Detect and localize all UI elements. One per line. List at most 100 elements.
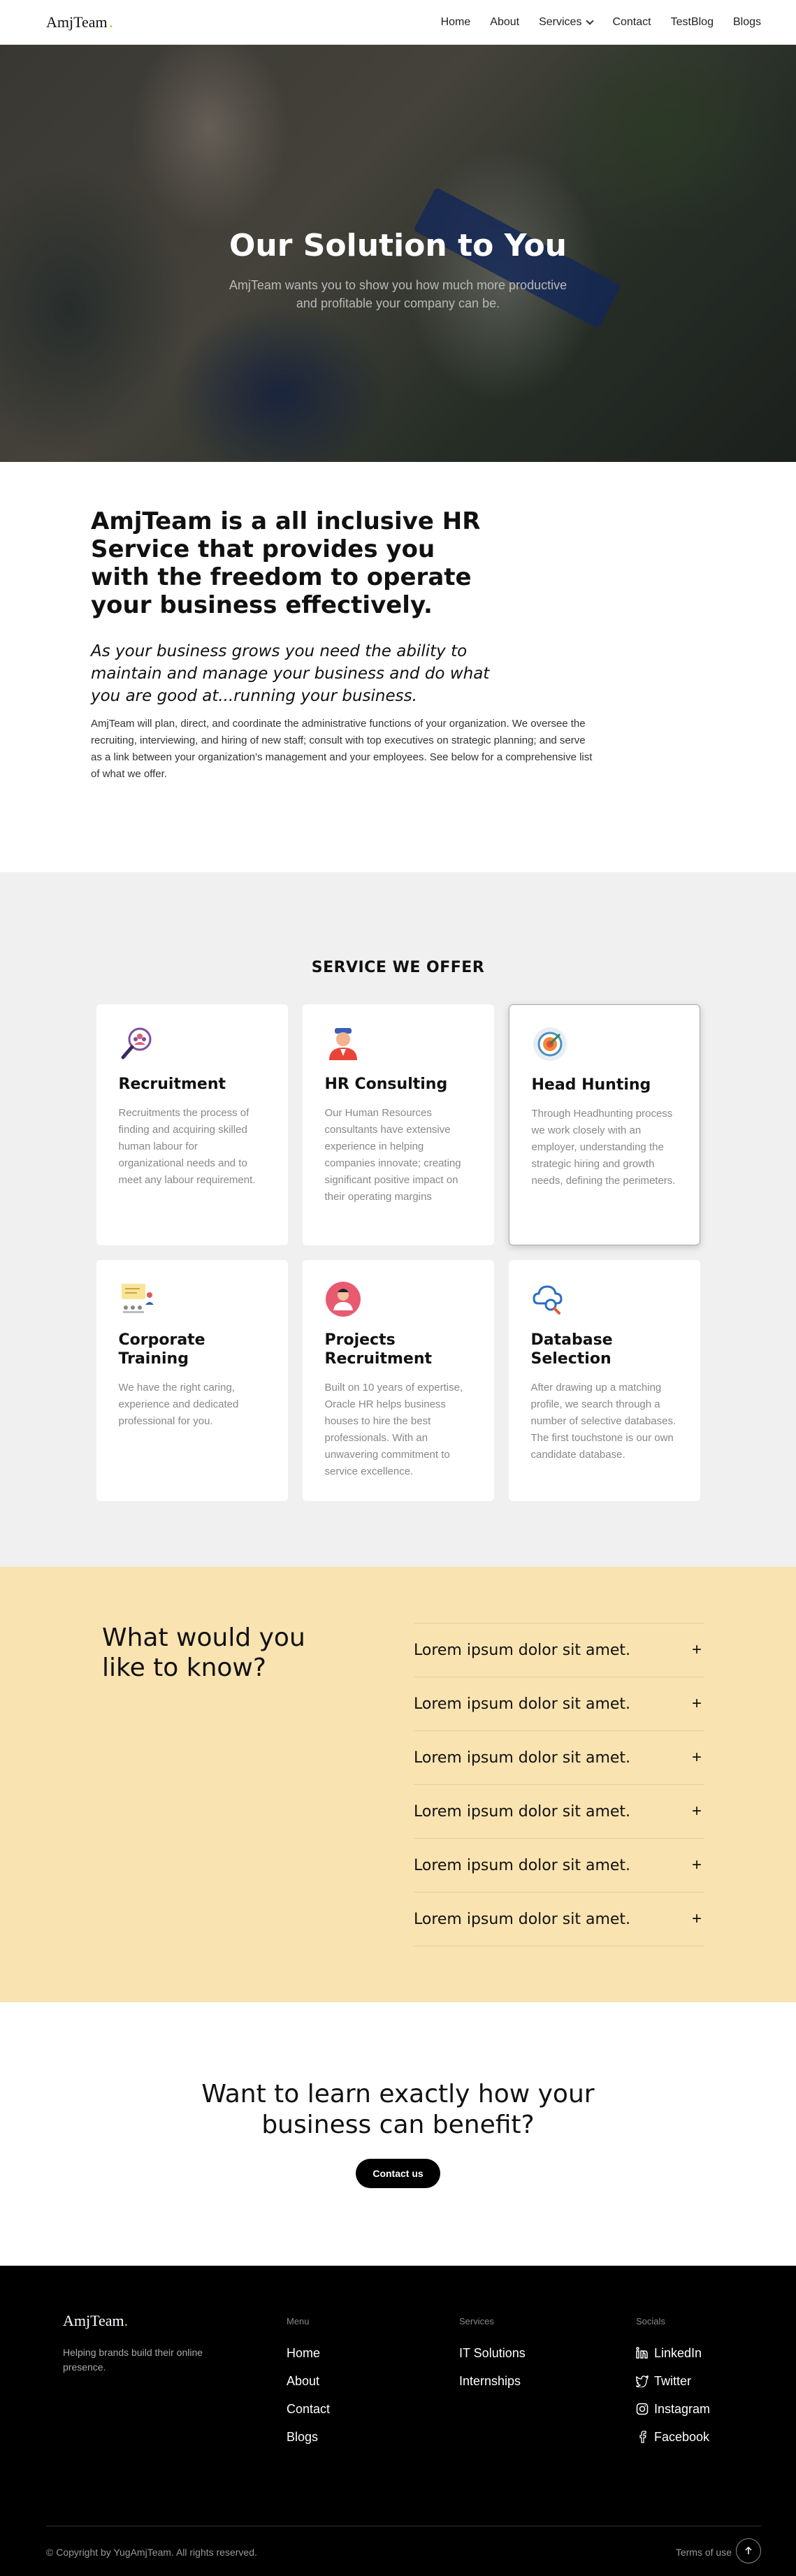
service-desc: Recruitments the process of finding and … (118, 1107, 256, 1186)
footer-menu-caption: Menu (287, 2316, 310, 2327)
hero-subtitle: AmjTeam wants you to show you how much m… (229, 278, 567, 310)
footer-socials-caption: Socials (636, 2316, 665, 2327)
faq-section: What would you like to know? Lorem ipsum… (0, 1567, 796, 2002)
service-desc: Through Headhunting process we work clos… (531, 1108, 676, 1187)
copyright-text: Copyright by YugAmjTeam. All rights rese… (56, 2547, 257, 2558)
faq-item[interactable]: Lorem ipsum dolor sit amet. + (414, 1731, 704, 1785)
footer-link-twitter[interactable]: Twitter (636, 2367, 710, 2395)
training-board-icon (121, 1284, 154, 1313)
social-label: Instagram (654, 2401, 711, 2416)
faq-item[interactable]: Lorem ipsum dolor sit amet. + (414, 1785, 704, 1839)
site-footer: AmjTeam. Helping brands build their onli… (0, 2266, 796, 2576)
logo[interactable]: AmjTeam. (46, 13, 113, 31)
footer-tagline: Helping brands build their online presen… (63, 2347, 203, 2373)
terms-of-use-link[interactable]: Terms of use (676, 2547, 732, 2558)
service-desc: Our Human Resources consultants have ext… (324, 1107, 461, 1203)
faq-question: Lorem ipsum dolor sit amet. (414, 1802, 631, 1821)
footer-link-about[interactable]: About (287, 2367, 330, 2395)
hero-content: Our Solution to You AmjTeam wants you to… (0, 228, 796, 312)
plus-icon[interactable]: + (692, 1748, 702, 1767)
plus-icon[interactable]: + (692, 1855, 702, 1875)
faq-question: Lorem ipsum dolor sit amet. (414, 1749, 631, 1767)
faq-question: Lorem ipsum dolor sit amet. (414, 1641, 631, 1659)
footer-link-instagram[interactable]: Instagram (636, 2395, 710, 2423)
service-name: Database Selection (530, 1331, 613, 1368)
service-name: HR Consulting (324, 1076, 448, 1093)
faq-item[interactable]: Lorem ipsum dolor sit amet. + (414, 1893, 704, 1946)
intro-subheading: As your business grows you need the abil… (91, 642, 490, 705)
main-nav: Home About Services Contact TestBlog Blo… (421, 16, 761, 29)
candidate-avatar-icon (325, 1282, 361, 1317)
services-title: SERVICE WE OFFER (311, 959, 485, 976)
hero-title: Our Solution to You (229, 228, 567, 263)
plus-icon[interactable]: + (692, 1694, 702, 1714)
social-label: Facebook (654, 2429, 710, 2444)
service-name: Recruitment (118, 1076, 226, 1093)
intro-body: AmjTeam will plan, direct, and coordinat… (91, 718, 593, 780)
logo-text: AmjTeam (46, 13, 108, 31)
recruitment-magnifier-icon (121, 1027, 151, 1059)
nav-home[interactable]: Home (441, 16, 471, 29)
footer-link-home[interactable]: Home (287, 2339, 330, 2367)
hero-section: Our Solution to You AmjTeam wants you to… (0, 45, 796, 462)
service-card-corporate-training[interactable]: Corporate Training We have the right car… (96, 1260, 288, 1501)
service-card-projects-recruitment[interactable]: Projects Recruitment Built on 10 years o… (302, 1260, 494, 1501)
arrow-up-icon (745, 2546, 752, 2554)
nav-about[interactable]: About (490, 16, 519, 29)
footer-logo-text: AmjTeam (63, 2312, 124, 2329)
footer-logo[interactable]: AmjTeam. (63, 2312, 210, 2330)
contact-us-button[interactable]: Contact us (356, 2159, 440, 2188)
footer-menu: Menu Home About Contact Blogs (287, 2316, 330, 2451)
faq-item[interactable]: Lorem ipsum dolor sit amet. + (414, 1623, 704, 1677)
intro-section: AmjTeam is a all inclusive HR Service th… (0, 462, 796, 872)
nav-contact[interactable]: Contact (612, 16, 651, 29)
plus-icon[interactable]: + (692, 1640, 702, 1660)
footer-link-internships[interactable]: Internships (459, 2367, 526, 2395)
twitter-icon (636, 2375, 649, 2387)
back-to-top-button[interactable] (736, 2538, 761, 2563)
copyright-icon: © (46, 2547, 57, 2558)
consultant-person-icon (328, 1028, 357, 1060)
cloud-search-icon (532, 1285, 563, 1315)
footer-services: Services IT Solutions Internships (459, 2316, 526, 2395)
footer-link-facebook[interactable]: Facebook (636, 2423, 710, 2451)
footer-link-contact[interactable]: Contact (287, 2395, 330, 2423)
footer-services-caption: Services (459, 2316, 494, 2327)
logo-dot: . (124, 2312, 129, 2329)
site-header: AmjTeam. Home About Services Contact Tes… (0, 0, 796, 45)
service-name: Head Hunting (531, 1076, 651, 1094)
cta-section: Want to learn exactly how your business … (0, 2002, 796, 2266)
service-cards: Recruitment Recruitments the process of … (96, 1004, 700, 1501)
services-section: SERVICE WE OFFER Recruitment Recruitment… (0, 872, 796, 1567)
service-card-hr-consulting[interactable]: HR Consulting Our Human Resources consul… (302, 1004, 494, 1245)
social-label: LinkedIn (654, 2345, 702, 2360)
faq-question: Lorem ipsum dolor sit amet. (414, 1856, 631, 1874)
footer-link-it-solutions[interactable]: IT Solutions (459, 2339, 526, 2367)
plus-icon[interactable]: + (692, 1909, 702, 1929)
faq-item[interactable]: Lorem ipsum dolor sit amet. + (414, 1839, 704, 1893)
nav-services[interactable]: Services (539, 16, 595, 29)
footer-link-linkedin[interactable]: LinkedIn (636, 2339, 710, 2367)
nav-blogs[interactable]: Blogs (733, 16, 761, 29)
footer-link-blogs[interactable]: Blogs (287, 2423, 330, 2451)
nav-testblog[interactable]: TestBlog (671, 16, 714, 29)
target-icon (533, 1027, 567, 1061)
intro-heading: AmjTeam is a all inclusive HR Service th… (91, 507, 481, 619)
service-card-head-hunting[interactable]: Head Hunting Through Headhunting process… (508, 1004, 700, 1245)
nav-services-label: Services (539, 16, 582, 28)
faq-item[interactable]: Lorem ipsum dolor sit amet. + (414, 1677, 704, 1731)
service-card-recruitment[interactable]: Recruitment Recruitments the process of … (96, 1004, 288, 1245)
footer-socials: Socials LinkedIn Twitter Instagram Faceb… (636, 2316, 710, 2451)
service-desc: We have the right caring, experience and… (118, 1382, 239, 1427)
service-desc: Built on 10 years of expertise, Oracle H… (324, 1382, 463, 1477)
service-card-database-selection[interactable]: Database Selection After drawing up a ma… (508, 1260, 700, 1501)
faq-question: Lorem ipsum dolor sit amet. (414, 1910, 631, 1928)
social-label: Twitter (654, 2373, 692, 2388)
faq-list: Lorem ipsum dolor sit amet. + Lorem ipsum… (414, 1623, 704, 2002)
linkedin-icon (636, 2347, 648, 2359)
service-name: Projects Recruitment (324, 1331, 433, 1368)
faq-question: Lorem ipsum dolor sit amet. (414, 1695, 631, 1713)
service-desc: After drawing up a matching profile, we … (530, 1382, 676, 1461)
facebook-icon (639, 2431, 646, 2443)
plus-icon[interactable]: + (692, 1802, 702, 1821)
